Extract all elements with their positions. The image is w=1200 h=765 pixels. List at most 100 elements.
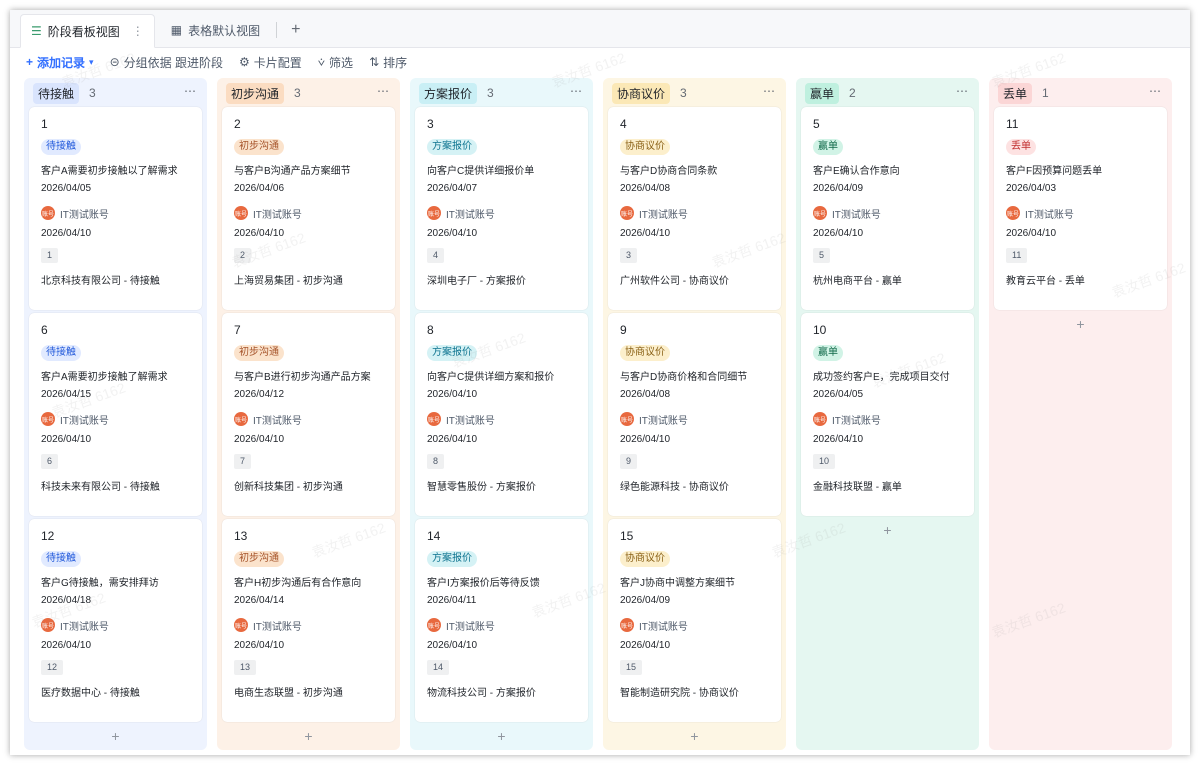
add-record-button[interactable]: + 添加记录 ▾: [26, 54, 94, 71]
record-number: 1: [41, 117, 48, 131]
stage-tag: 赢单: [813, 139, 843, 155]
record-card[interactable]: 9 协商议价 与客户D协商价格和合同细节 2026/04/08 账号 IT测试账号 2026…: [608, 313, 781, 516]
record-card[interactable]: 5 赢单 客户E确认合作意向 2026/04/09 账号 IT测试账号 2026/04/10…: [801, 107, 974, 310]
more-horizontal-icon[interactable]: ⋯: [184, 84, 197, 98]
owner-field: 账号 IT测试账号: [427, 411, 576, 427]
stage-tag: 待接触: [41, 551, 81, 567]
record-company: 创新科技集团 - 初步沟通: [234, 482, 343, 493]
avatar: 账号: [234, 206, 248, 220]
record-date-2: 2026/04/10: [41, 228, 92, 239]
record-card[interactable]: 3 方案报价 向客户C提供详细报价单 2026/04/07 账号 IT测试账号 2026/0…: [415, 107, 588, 310]
avatar: 账号: [620, 206, 634, 220]
record-card[interactable]: 15 协商议价 客户J协商中调整方案细节 2026/04/09 账号 IT测试账号 2026…: [608, 519, 781, 722]
column-count: 3: [294, 86, 301, 100]
kanban-board: 待接触 3 ⋯ 1 待接触 客户A需要初步接触以了解需求 2026/04/05 账号 IT测试账…: [24, 78, 1172, 750]
record-date: 2026/04/05: [41, 183, 92, 194]
add-view-button[interactable]: +: [283, 13, 308, 47]
card-config-button[interactable]: ⚙ 卡片配置: [239, 54, 302, 71]
record-card[interactable]: 6 待接触 客户A需要初步接触了解需求 2026/04/15 账号 IT测试账号 2026/…: [29, 313, 202, 516]
column-title[interactable]: 方案报价: [419, 82, 478, 104]
avatar: 账号: [1006, 206, 1020, 220]
owner-field: 账号 IT测试账号: [234, 205, 383, 221]
avatar: 账号: [427, 412, 441, 426]
tab-kanban-view[interactable]: ☰ 阶段看板视图 ⋮: [20, 14, 155, 48]
more-horizontal-icon[interactable]: ⋯: [956, 84, 969, 98]
record-date: 2026/04/08: [620, 389, 671, 400]
add-card-button[interactable]: +: [415, 728, 588, 744]
owner-field: 账号 IT测试账号: [620, 411, 769, 427]
index-badge: 10: [813, 454, 836, 469]
index-badge: 1: [41, 248, 59, 263]
tab-table-view[interactable]: ▦ 表格默认视图: [161, 13, 270, 47]
column-title[interactable]: 赢单: [805, 82, 840, 104]
more-vertical-icon[interactable]: ⋮: [132, 24, 144, 38]
more-horizontal-icon[interactable]: ⋯: [1149, 84, 1162, 98]
record-company: 医疗数据中心 - 待接触: [41, 688, 140, 699]
record-title: 客户E确认合作意向: [813, 166, 900, 176]
record-company: 上海贸易集团 - 初步沟通: [234, 276, 343, 287]
tab-label: 阶段看板视图: [47, 24, 120, 39]
owner-field: 账号 IT测试账号: [620, 205, 769, 221]
record-card[interactable]: 12 待接触 客户G待接触，需安排拜访 2026/04/18 账号 IT测试账号 2026/…: [29, 519, 202, 722]
kanban-column: 待接触 3 ⋯ 1 待接触 客户A需要初步接触以了解需求 2026/04/05 账号 IT测试账…: [24, 78, 207, 750]
record-number: 10: [813, 323, 827, 337]
add-card-button[interactable]: +: [608, 728, 781, 744]
owner-field: 账号 IT测试账号: [813, 411, 962, 427]
column-title[interactable]: 协商议价: [612, 82, 671, 104]
avatar: 账号: [41, 412, 55, 426]
sort-button[interactable]: ⇅ 排序: [369, 54, 407, 71]
record-date: 2026/04/05: [813, 389, 864, 400]
index-badge: 7: [234, 454, 252, 469]
avatar: 账号: [41, 206, 55, 220]
record-card[interactable]: 1 待接触 客户A需要初步接触以了解需求 2026/04/05 账号 IT测试账号 2026…: [29, 107, 202, 310]
record-company: 科技未来有限公司 - 待接触: [41, 482, 160, 493]
avatar: 账号: [234, 412, 248, 426]
gear-icon: ⚙: [238, 55, 250, 69]
card-config-label: 卡片配置: [253, 55, 302, 70]
add-card-button[interactable]: +: [994, 316, 1167, 332]
record-card[interactable]: 13 初步沟通 客户H初步沟通后有合作意向 2026/04/14 账号 IT测试账号 202…: [222, 519, 395, 722]
owner-name: IT测试账号: [253, 415, 302, 427]
index-badge: 8: [427, 454, 445, 469]
owner-field: 账号 IT测试账号: [234, 617, 383, 633]
column-title[interactable]: 待接触: [33, 82, 80, 104]
record-number: 15: [620, 529, 634, 543]
column-title[interactable]: 丢单: [998, 82, 1033, 104]
more-horizontal-icon[interactable]: ⋯: [377, 84, 390, 98]
column-title[interactable]: 初步沟通: [226, 82, 285, 104]
record-date-2: 2026/04/10: [427, 228, 478, 239]
record-date: 2026/04/12: [234, 389, 285, 400]
column-count: 3: [487, 86, 494, 100]
record-date-2: 2026/04/10: [813, 228, 864, 239]
owner-name: IT测试账号: [446, 621, 495, 633]
record-date: 2026/04/14: [234, 595, 285, 606]
record-number: 9: [620, 323, 627, 337]
record-company: 电商生态联盟 - 初步沟通: [234, 688, 343, 699]
column-count: 3: [89, 86, 96, 100]
record-card[interactable]: 10 赢单 成功签约客户E，完成项目交付 2026/04/05 账号 IT测试账号 2026…: [801, 313, 974, 516]
stage-tag: 方案报价: [427, 139, 477, 155]
group-by-button[interactable]: ⊝ 分组依据 跟进阶段: [110, 54, 223, 71]
table-icon: ▦: [170, 23, 183, 37]
record-card[interactable]: 4 协商议价 与客户D协商合同条款 2026/04/08 账号 IT测试账号 2026/04…: [608, 107, 781, 310]
add-card-button[interactable]: +: [801, 522, 974, 538]
record-card[interactable]: 2 初步沟通 与客户B沟通产品方案细节 2026/04/06 账号 IT测试账号 2026/…: [222, 107, 395, 310]
stage-tag: 待接触: [41, 139, 81, 155]
record-number: 4: [620, 117, 627, 131]
record-company: 广州软件公司 - 协商议价: [620, 276, 729, 287]
owner-name: IT测试账号: [60, 209, 109, 221]
add-card-button[interactable]: +: [222, 728, 395, 744]
avatar: 账号: [41, 618, 55, 632]
record-date: 2026/04/10: [427, 389, 478, 400]
record-card[interactable]: 7 初步沟通 与客户B进行初步沟通产品方案 2026/04/12 账号 IT测试账号 202…: [222, 313, 395, 516]
record-card[interactable]: 14 方案报价 客户I方案报价后等待反馈 2026/04/11 账号 IT测试账号 2026…: [415, 519, 588, 722]
more-horizontal-icon[interactable]: ⋯: [570, 84, 583, 98]
record-title: 与客户B沟通产品方案细节: [234, 166, 351, 176]
record-card[interactable]: 8 方案报价 向客户C提供详细方案和报价 2026/04/10 账号 IT测试账号 2026…: [415, 313, 588, 516]
add-card-button[interactable]: +: [29, 728, 202, 744]
filter-button[interactable]: ⩒ 筛选: [318, 54, 353, 71]
record-card[interactable]: 11 丢单 客户F因预算问题丢单 2026/04/03 账号 IT测试账号 2026/04/…: [994, 107, 1167, 310]
stage-tag: 初步沟通: [234, 551, 284, 567]
more-horizontal-icon[interactable]: ⋯: [763, 84, 776, 98]
record-company: 北京科技有限公司 - 待接触: [41, 276, 160, 287]
